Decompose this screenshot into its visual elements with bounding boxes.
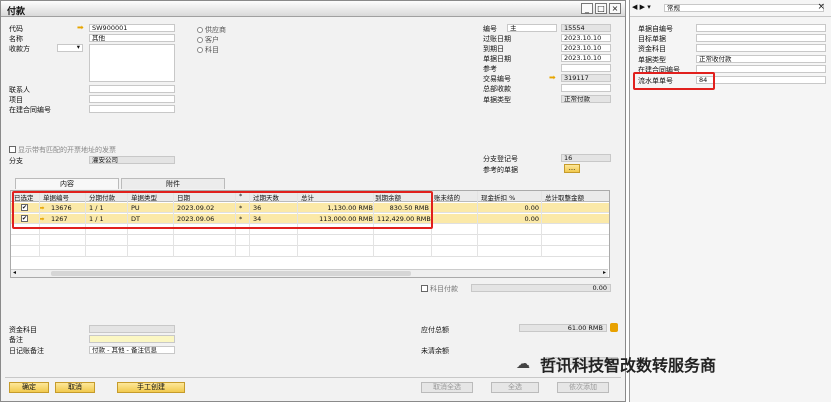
radio-customer[interactable]: 客户 — [197, 35, 219, 45]
col-unsettled[interactable]: 账未结的 — [434, 192, 460, 202]
due-total-field[interactable]: 61.00 RMB — [519, 324, 607, 332]
currency-coin-icon[interactable] — [610, 323, 618, 332]
doc-date-label: 单据日期 — [483, 55, 511, 63]
memo-label: 备注 — [9, 336, 23, 344]
open-balance-label: 未清余额 — [421, 347, 449, 355]
scroll-left-icon[interactable]: ◂ — [13, 269, 16, 276]
project-label: 项目 — [9, 96, 23, 104]
panel-category-select[interactable]: 常规 — [664, 4, 824, 12]
row-discount: 0.00 — [524, 215, 539, 223]
posting-date-label: 过账日期 — [483, 35, 511, 43]
panel-close-icon[interactable]: × — [817, 2, 825, 12]
posting-date-field[interactable]: 2023.10.10 — [561, 34, 611, 42]
show-invoice-checkbox[interactable]: 显示带有匹配的开票地址的发票 — [9, 145, 116, 155]
contract-label: 在建合同编号 — [9, 106, 51, 114]
ref-docs-label: 参考的单据 — [483, 166, 518, 174]
docno-series-field[interactable]: 主 — [507, 24, 557, 32]
gl-field[interactable] — [561, 84, 611, 92]
due-total-label: 应付总额 — [421, 326, 449, 334]
code-field[interactable]: SW900001 — [89, 24, 175, 32]
contract-field[interactable] — [89, 105, 175, 113]
link-arrow-icon[interactable]: ➡ — [77, 23, 84, 32]
highlight-box — [12, 191, 433, 229]
udf-field[interactable] — [696, 44, 826, 52]
udf-field[interactable] — [696, 34, 826, 42]
panel-nav-arrows-icon[interactable]: ◀ ▶ ▾ — [632, 3, 651, 11]
row-discount: 0.00 — [524, 204, 539, 212]
acct-payment-field[interactable]: 0.00 — [471, 284, 611, 292]
scroll-right-icon[interactable]: ▸ — [603, 269, 606, 276]
minimize-button[interactable]: _ — [581, 3, 593, 14]
udf-doctype-select[interactable]: 正常收付款 — [696, 55, 826, 63]
table-row[interactable] — [11, 236, 609, 246]
name-label: 名称 — [9, 35, 23, 43]
tab-content[interactable]: 内容 — [15, 178, 119, 189]
branch-reg-label: 分支登记号 — [483, 155, 518, 163]
radio-account[interactable]: 科目 — [197, 45, 219, 55]
docno-field[interactable]: 15554 — [561, 24, 611, 32]
udf-field[interactable] — [696, 24, 826, 32]
udf-label: 资金科目 — [638, 45, 666, 53]
doctype-field[interactable]: 正常付款 — [561, 95, 611, 103]
window-title: 付款 — [7, 7, 26, 17]
payee-dropdown[interactable]: ▾ — [57, 44, 83, 52]
cancel-button[interactable]: 取消 — [55, 382, 95, 393]
close-button[interactable]: × — [609, 3, 621, 14]
trans-link-arrow-icon[interactable]: ➡ — [549, 73, 556, 82]
deselect-all-button[interactable]: 取消全选 — [421, 382, 473, 393]
udf-label: 单据自编号 — [638, 25, 673, 33]
udf-label: 目标单据 — [638, 35, 666, 43]
payment-window: 付款 _ □ × 代码 ➡ SW900001 名称 其他 收款方 ▾ 供应商 客… — [0, 0, 626, 402]
due-date-label: 到期日 — [483, 45, 504, 53]
maximize-button[interactable]: □ — [595, 3, 607, 14]
ok-button[interactable]: 确定 — [9, 382, 49, 393]
ref-field[interactable] — [561, 64, 611, 72]
branch-field[interactable]: 灌安公司 — [89, 156, 175, 164]
ref-docs-button[interactable]: ... — [564, 164, 580, 173]
gl-label: 总部收款 — [483, 85, 511, 93]
contact-label: 联系人 — [9, 86, 30, 94]
table-row[interactable] — [11, 247, 609, 257]
chevron-down-icon: ▾ — [76, 44, 80, 51]
manual-create-button[interactable]: 手工创建 — [117, 382, 185, 393]
contact-field[interactable] — [89, 85, 175, 93]
due-date-field[interactable]: 2023.10.10 — [561, 44, 611, 52]
docno-label: 编号 — [483, 25, 497, 33]
col-cash-discount[interactable]: 现金折扣 % — [481, 192, 515, 202]
memo-field[interactable] — [89, 335, 175, 343]
udf-label: 单据类型 — [638, 56, 666, 64]
trans-label: 交易编号 — [483, 75, 511, 83]
name-field[interactable]: 其他 — [89, 34, 175, 42]
project-field[interactable] — [89, 95, 175, 103]
radio-supplier[interactable]: 供应商 — [197, 25, 226, 35]
select-all-button[interactable]: 全选 — [491, 382, 539, 393]
col-rounded-total[interactable]: 总计取整金额 — [545, 192, 584, 202]
payee-label: 收款方 — [9, 45, 30, 53]
watermark-text: 哲讯科技智改数转服务商 — [540, 356, 717, 375]
payee-address-field[interactable] — [89, 44, 175, 82]
branch-label: 分支 — [9, 157, 23, 165]
journal-memo-field[interactable]: 付款 - 其他 - 备注信息 — [89, 346, 175, 354]
add-in-order-button[interactable]: 依次添加 — [557, 382, 609, 393]
grid-scrollbar[interactable]: ◂ ▸ — [11, 269, 608, 277]
doc-date-field[interactable]: 2023.10.10 — [561, 54, 611, 62]
acct-payment-checkbox[interactable]: 科目付款 — [421, 284, 458, 294]
scroll-thumb[interactable] — [51, 271, 411, 276]
fund-account-label: 资金科目 — [9, 326, 37, 334]
doctype-label: 单据类型 — [483, 96, 511, 104]
side-panel: ◀ ▶ ▾ 常规 × 单据自编号 目标单据 资金科目 单据类型 正常收付款 在建… — [629, 0, 831, 402]
code-label: 代码 — [9, 25, 23, 33]
udf-serial-field[interactable]: 84 — [696, 76, 826, 84]
title-bar: 付款 _ □ × — [1, 1, 625, 17]
tab-attachments[interactable]: 附件 — [121, 178, 225, 189]
udf-field[interactable] — [696, 65, 826, 73]
highlight-box — [633, 72, 715, 90]
ref-label: 参考 — [483, 65, 497, 73]
branch-reg-field[interactable]: 16 — [561, 154, 611, 162]
trans-field[interactable]: 319117 — [561, 74, 611, 82]
journal-memo-label: 日记账备注 — [9, 347, 44, 355]
wechat-icon: ☁ — [516, 356, 530, 372]
fund-account-field[interactable] — [89, 325, 175, 333]
